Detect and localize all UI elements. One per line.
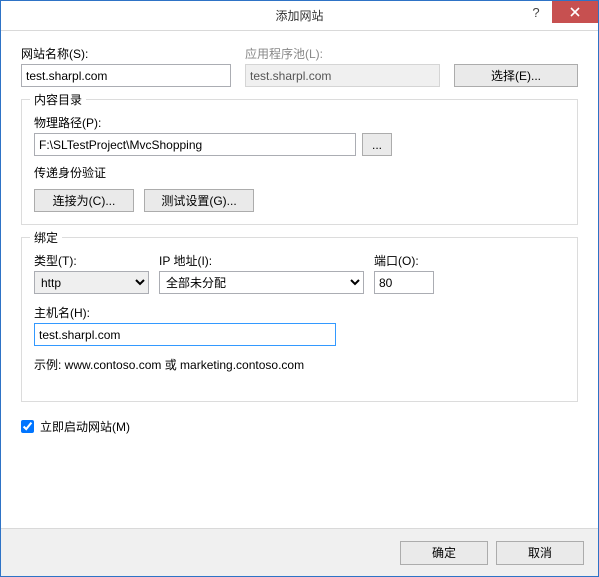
- ip-label: IP 地址(I):: [159, 252, 364, 269]
- window-controls: ?: [520, 1, 598, 23]
- site-name-label: 网站名称(S):: [21, 45, 231, 62]
- start-site-row: 立即启动网站(M): [21, 418, 578, 435]
- ip-select[interactable]: 全部未分配: [159, 271, 364, 294]
- physical-path-input[interactable]: [34, 133, 356, 156]
- content-directory-group: 内容目录 物理路径(P): ... 传递身份验证 连接为(C)... 测试设置(…: [21, 99, 578, 225]
- cancel-button[interactable]: 取消: [496, 541, 584, 565]
- physical-path-label: 物理路径(P):: [34, 114, 565, 131]
- hostname-input[interactable]: [34, 323, 336, 346]
- close-button[interactable]: [552, 1, 598, 23]
- app-pool-input: [245, 64, 440, 87]
- site-name-input[interactable]: [21, 64, 231, 87]
- dialog-footer: 确定 取消: [1, 528, 598, 576]
- select-app-pool-button[interactable]: 选择(E)...: [454, 64, 578, 87]
- ok-button[interactable]: 确定: [400, 541, 488, 565]
- hostname-example: 示例: www.contoso.com 或 marketing.contoso.…: [34, 356, 565, 373]
- connect-as-button[interactable]: 连接为(C)...: [34, 189, 134, 212]
- dialog-content: 网站名称(S): 应用程序池(L): 选择(E)... 内容目录 物理路径(P)…: [1, 31, 598, 528]
- type-label: 类型(T):: [34, 252, 149, 269]
- content-directory-legend: 内容目录: [30, 91, 86, 108]
- port-input[interactable]: [374, 271, 434, 294]
- binding-legend: 绑定: [30, 229, 62, 246]
- test-settings-button[interactable]: 测试设置(G)...: [144, 189, 254, 212]
- browse-button[interactable]: ...: [362, 133, 392, 156]
- hostname-label: 主机名(H):: [34, 304, 565, 321]
- pass-auth-label: 传递身份验证: [34, 164, 565, 181]
- start-site-checkbox[interactable]: [21, 420, 34, 433]
- help-button[interactable]: ?: [520, 1, 552, 23]
- close-icon: [570, 7, 580, 17]
- start-site-label: 立即启动网站(M): [40, 418, 130, 435]
- type-select[interactable]: http: [34, 271, 149, 294]
- port-label: 端口(O):: [374, 252, 434, 269]
- add-website-dialog: 添加网站 ? 网站名称(S): 应用程序池(L): 选择(E)... 内容目录 …: [0, 0, 599, 577]
- app-pool-label: 应用程序池(L):: [245, 45, 440, 62]
- binding-group: 绑定 类型(T): http IP 地址(I): 全部未分配 端口(O):: [21, 237, 578, 402]
- titlebar: 添加网站 ?: [1, 1, 598, 31]
- window-title: 添加网站: [1, 7, 598, 24]
